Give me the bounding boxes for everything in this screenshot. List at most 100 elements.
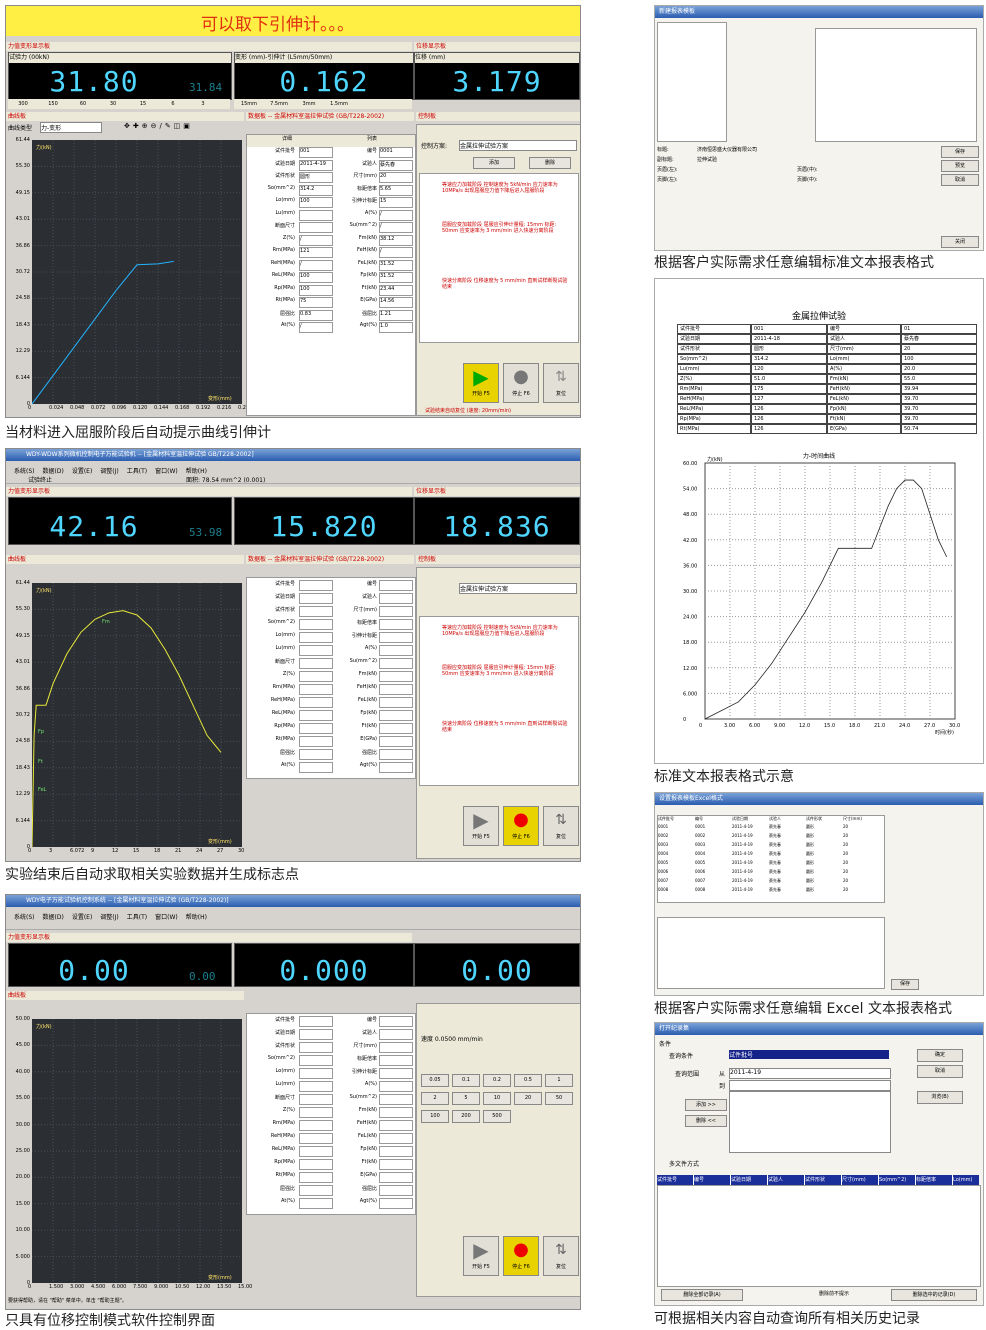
field-value[interactable]: 15 [379,197,413,208]
speed-button[interactable]: 0.2 [483,1074,511,1087]
field-value[interactable]: 蔡先春 [379,159,413,171]
speed-button[interactable]: 10 [483,1092,511,1105]
history-cancel-button[interactable]: 取消 [917,1065,963,1078]
close-button[interactable]: 关闭 [941,236,979,248]
speed-buttons[interactable]: 0.05 0.1 0.2 0.5 1 2 5 10 20 50 100 200 500 [421,1074,577,1134]
step-list-2[interactable]: 等速应力加载阶段 控制速度为 5kN/min 应力速率为 10MPa/s 出现屈… [419,616,579,786]
report-title-input[interactable]: 济南恒思盛大仪器有限公司 [697,146,757,153]
curve-plot-2[interactable]: 力(kN) 变形(mm) Fp Ft FeL Fm [32,583,242,847]
force-scale-bar[interactable]: 300 150 60 30 15 6 3 [8,99,230,109]
field-value[interactable]: 20 [379,172,413,183]
step-3-b[interactable]: 快速分离阶段 位移速度为 5 mm/min 直到试样断裂试验结束 [442,721,572,733]
step-2-b[interactable]: 屈服应变加载阶段 屈服应引伸计量程: 15mm 标距: 50mm 应变速率为 3… [442,665,572,677]
add-step-button[interactable]: 添加 [473,157,515,169]
query-select[interactable]: 试件批号 [729,1050,889,1059]
plan-select-2[interactable]: 金属拉伸试验方案 [459,583,577,594]
speed-button[interactable]: 1 [545,1074,573,1087]
step-1-b[interactable]: 等速应力加载阶段 控制速度为 5kN/min 应力速率为 10MPa/s 出现屈… [442,625,572,637]
field-value[interactable]: 23.44 [379,284,413,296]
delete-selected-button[interactable]: 删除选中的记录(D) [891,1289,977,1301]
field-value[interactable]: 314.2 [299,184,333,196]
start-button[interactable]: ▶ 开始 F5 [463,363,499,403]
deform-scale-bar[interactable]: 15mm 7.5mm 3mm 1.5mm [234,99,412,109]
history-col-header[interactable]: Lo(mm) [953,1175,979,1185]
field-value[interactable]: 001 [299,147,333,158]
no-prompt-checkbox[interactable]: 删除前不提示 [819,1290,849,1297]
field-value[interactable]: 5.65 [379,184,413,196]
field-value[interactable]: 1.21 [379,309,413,321]
from-input[interactable]: 2011-4-19 [729,1068,891,1079]
field-value[interactable]: / [299,234,333,246]
history-col-header[interactable]: 试验人 [768,1175,805,1185]
history-col-header[interactable]: 尺寸(mm) [842,1175,879,1185]
preview-button[interactable]: 预览 [941,160,979,172]
field-value[interactable]: 31.52 [379,259,413,271]
history-ok-button[interactable]: 确定 [917,1049,963,1062]
list-tab[interactable]: 列表 [337,135,407,142]
delete-step-button[interactable]: 删除 [529,157,571,169]
curve-toolbar[interactable]: ✥✚⊕⊖/✎◫▣ [124,122,244,132]
history-browse-button[interactable]: 浏览(B) [917,1091,963,1104]
start-button-2[interactable]: ▶ 开始 F5 [463,806,499,846]
step-1[interactable]: 等速应力加载阶段 控制速度为 5kN/min 应力速率为 10MPa/s 出现屈… [442,182,572,194]
detail-tab[interactable]: 详细 [247,135,327,142]
field-value[interactable]: 1.0 [379,322,413,333]
plan-select[interactable]: 金属拉伸试验方案 [459,140,577,151]
curve-type-select[interactable]: 力-变形 [40,122,102,133]
data-table-1[interactable]: 详细 列表 试件批号 001 编号 0001 试验日期 2011-4-19 试验人 蔡先春 试件形状… [246,134,416,416]
history-add-button[interactable]: 添加 >> [685,1099,727,1111]
reset-button-3[interactable]: ⇅ 复位 [543,1236,579,1276]
menu-bar-3[interactable]: 系统(S) 数据(D) 设置(E) 调整(J) 工具(T) 窗口(W) 帮助(H) [6,907,580,930]
field-value[interactable]: 100 [299,284,333,296]
field-value[interactable]: 圆形 [299,172,333,183]
menu-bar-2[interactable]: 系统(S) 数据(D) 设置(E) 调整(J) 工具(T) 窗口(W) 帮助(H) [6,461,580,484]
selected-items-list[interactable] [815,28,977,142]
field-value[interactable]: / [379,209,413,221]
field-value[interactable] [299,222,333,233]
field-value[interactable]: 31.52 [379,272,413,283]
multi-file-radio[interactable]: 多文件方式 [669,1159,699,1168]
reset-button[interactable]: ⇅ 复位 [543,363,579,403]
speed-button[interactable]: 500 [483,1110,511,1123]
save-button[interactable]: 保存 [941,146,979,158]
history-col-header[interactable]: 标距倍率 [916,1175,953,1185]
excel-save-button[interactable]: 保存 [891,979,919,990]
reset-button-2[interactable]: ⇅ 复位 [543,806,579,846]
speed-button[interactable]: 2 [421,1092,449,1105]
field-value[interactable]: 121 [299,247,333,258]
speed-button[interactable]: 0.5 [514,1074,542,1087]
field-value[interactable]: 100 [299,197,333,208]
speed-button[interactable]: 50 [545,1092,573,1105]
field-value[interactable]: 14.56 [379,297,413,308]
field-value[interactable]: 100 [299,272,333,283]
data-table-2[interactable]: 试件批号 编号 试验日期 试验人 试件形状 尺寸(mm) So(mm^2) 标距倍率 Lo(mm… [246,577,416,779]
history-col-header[interactable]: 试件批号 [657,1175,694,1185]
field-value[interactable]: 75 [299,297,333,308]
field-value[interactable]: / [299,322,333,333]
available-items-list[interactable] [657,22,727,142]
step-3[interactable]: 快速分离阶段 位移速度为 5 mm/min 直到试样断裂试验结束 [442,278,572,290]
curve-plot-1[interactable]: 力(kN) 变形(mm) [32,140,242,404]
history-delete-button[interactable]: 删除 << [685,1115,727,1127]
step-2[interactable]: 屈服应变加载阶段 屈服应引伸计量程: 15mm 标距: 50mm 应变速率为 3… [442,222,572,234]
delete-all-button[interactable]: 删除全部记录(A) [661,1289,743,1301]
speed-button[interactable]: 5 [452,1092,480,1105]
field-value[interactable]: 38.12 [379,234,413,246]
speed-button[interactable]: 0.05 [421,1074,449,1087]
data-table-3[interactable]: 试件批号 编号 试验日期 试验人 试件形状 尺寸(mm) So(mm^2) 标距倍率 Lo(mm… [246,1013,416,1215]
query-radio[interactable]: 查询条件 [669,1051,693,1060]
field-value[interactable]: 0.83 [299,309,333,321]
start-button-3[interactable]: ▶ 开始 F5 [463,1236,499,1276]
field-value[interactable]: / [379,222,413,233]
history-col-header[interactable]: 试件形状 [805,1175,842,1185]
history-col-header[interactable]: 编号 [694,1175,731,1185]
stop-button-3[interactable]: ● 停止 F6 [503,1236,539,1276]
field-value[interactable] [299,209,333,221]
history-col-header[interactable]: So(mm^2) [879,1175,916,1185]
to-input[interactable] [729,1080,891,1091]
stop-button-2[interactable]: ● 停止 F6 [503,806,539,846]
curve-plot-3[interactable]: 力(kN) 变形(mm) [32,1019,242,1283]
field-value[interactable]: / [299,259,333,271]
speed-button[interactable]: 100 [421,1110,449,1123]
field-value[interactable]: / [379,247,413,258]
